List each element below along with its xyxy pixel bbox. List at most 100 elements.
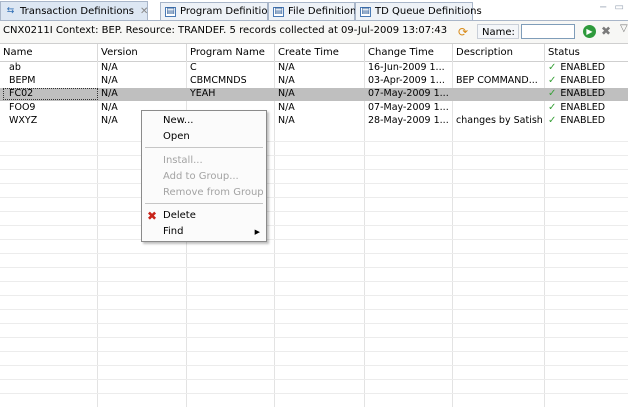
column-header-create-time[interactable]: Create Time — [275, 44, 365, 61]
column-header-name[interactable]: Name — [0, 44, 98, 61]
cell-status: ✓ ENABLED — [545, 102, 628, 114]
menu-item-add-to-group: Add to Group... — [163, 171, 239, 182]
empty-row-line — [0, 211, 628, 212]
file-icon: ▤ — [273, 6, 284, 17]
check-icon: ✓ — [548, 115, 557, 126]
cell-change-time: 16-Jun-2009 1... — [368, 62, 445, 73]
cell-status: ✓ ENABLED — [545, 75, 628, 87]
empty-row-line — [0, 365, 628, 366]
menu-item-install: Install... — [163, 155, 203, 166]
tab-label: TD Queue Definitions — [375, 6, 482, 17]
context-menu: New... Open Install... Add to Group... R… — [141, 110, 267, 242]
tab-td-queue-definitions[interactable]: ▤ TD Queue Definitions — [355, 2, 482, 20]
name-filter-input[interactable] — [521, 24, 575, 39]
empty-row-line — [0, 197, 628, 198]
transaction-table: Name Version Program Name Create Time Ch… — [0, 44, 628, 407]
tab-label: Program Definitions — [180, 6, 280, 17]
cell-description — [453, 88, 545, 100]
menu-separator — [145, 147, 263, 148]
editor-tab-bar: ⇆ Transaction Definitions ✕ ▤ Program De… — [0, 0, 628, 21]
empty-row-line — [0, 281, 628, 282]
menu-item-open[interactable]: Open — [142, 129, 266, 145]
status-text: ENABLED — [560, 88, 606, 99]
delete-icon: ✖ — [147, 209, 158, 223]
cell-change-time: 03-Apr-2009 1... — [368, 75, 445, 86]
cell-name: BEPM — [9, 75, 36, 86]
empty-row-line — [0, 239, 628, 240]
cell-status: ✓ ENABLED — [545, 88, 628, 100]
close-icon[interactable]: ✕ — [140, 6, 148, 17]
check-icon: ✓ — [548, 88, 557, 99]
context-bar: CNX0211I Context: BEP. Resource: TRANDEF… — [0, 21, 628, 44]
status-text: ENABLED — [560, 115, 606, 126]
cell-create-time: N/A — [278, 102, 295, 113]
empty-row-line — [0, 253, 628, 254]
view-menu-icon[interactable]: ▽ — [620, 23, 628, 34]
column-header-version[interactable]: Version — [98, 44, 187, 61]
empty-row-line — [0, 379, 628, 380]
name-filter-label: Name: — [477, 24, 519, 39]
empty-row-line — [0, 141, 628, 142]
cell-create-time: N/A — [278, 62, 295, 73]
table-row[interactable]: ab N/A C N/A 16-Jun-2009 1... ✓ ENABLED — [0, 62, 628, 74]
cell-change-time: 07-May-2009 1... — [368, 102, 449, 113]
cell-name: FC02 — [3, 88, 98, 100]
table-row[interactable]: BEPM N/A CBMCMNDS N/A 03-Apr-2009 1... B… — [0, 75, 628, 87]
status-text: ENABLED — [560, 62, 606, 73]
tab-file-definitions[interactable]: ▤ File Definitions — [268, 2, 362, 20]
table-row[interactable]: FC02 N/A YEAH N/A 07-May-2009 1... ✓ ENAB… — [0, 88, 628, 101]
cell-description — [453, 102, 545, 114]
empty-row-line — [0, 183, 628, 184]
menu-item-delete[interactable]: ✖ Delete — [142, 208, 266, 224]
cell-name: WXYZ — [9, 115, 38, 126]
empty-row-line — [0, 225, 628, 226]
status-text: ENABLED — [560, 102, 606, 113]
cell-version: N/A — [101, 88, 118, 99]
empty-row-line — [0, 169, 628, 170]
cell-name: FOO9 — [9, 102, 36, 113]
check-icon: ✓ — [548, 75, 557, 86]
cell-program-name: YEAH — [190, 88, 216, 99]
cell-status: ✓ ENABLED — [545, 62, 628, 74]
menu-item-find[interactable]: Find ▶ — [142, 224, 266, 240]
menu-item-remove-from-group: Remove from Group — [163, 187, 264, 198]
cell-version: N/A — [101, 75, 118, 86]
empty-row-line — [0, 323, 628, 324]
table-row[interactable]: FOO9 N/A N/A 07-May-2009 1... ✓ ENABLED — [0, 102, 628, 114]
submenu-arrow-icon: ▶ — [254, 228, 260, 236]
cell-description — [453, 62, 545, 74]
tab-program-definitions[interactable]: ▤ Program Definitions — [160, 2, 279, 20]
cell-status: ✓ ENABLED — [545, 115, 628, 127]
tab-transaction-definitions[interactable]: ⇆ Transaction Definitions ✕ — [0, 1, 148, 20]
check-icon: ✓ — [548, 102, 557, 113]
clear-filter-icon[interactable]: ✖ — [601, 24, 611, 38]
cell-name: ab — [9, 62, 21, 73]
filter-icon[interactable]: ⟳ — [458, 25, 468, 39]
tab-label: File Definitions — [288, 6, 362, 17]
status-text: ENABLED — [560, 75, 606, 86]
menu-item-find-label: Find — [163, 226, 184, 237]
empty-row-line — [0, 309, 628, 310]
minimize-icon[interactable]: − ▭ — [599, 2, 626, 13]
cell-create-time: N/A — [278, 115, 295, 126]
empty-row-line — [0, 267, 628, 268]
empty-row-line — [0, 351, 628, 352]
empty-row-line — [0, 337, 628, 338]
column-header-description[interactable]: Description — [453, 44, 545, 61]
cell-create-time: N/A — [278, 88, 295, 99]
tab-label: Transaction Definitions — [20, 5, 135, 17]
cell-change-time: 07-May-2009 1... — [368, 88, 449, 99]
column-header-change-time[interactable]: Change Time — [365, 44, 453, 61]
column-header-status[interactable]: Status — [545, 44, 628, 61]
cell-description: BEP COMMAND... — [456, 75, 538, 86]
cell-change-time: 28-May-2009 1... — [368, 115, 449, 126]
column-header-program-name[interactable]: Program Name — [187, 44, 275, 61]
cell-program-name: C — [190, 62, 197, 73]
apply-filter-icon[interactable]: ▶ — [583, 25, 596, 38]
table-row[interactable]: WXYZ N/A N/A 28-May-2009 1... changes by… — [0, 115, 628, 127]
menu-item-new[interactable]: New... — [142, 113, 266, 129]
context-status-text: CNX0211I Context: BEP. Resource: TRANDEF… — [3, 25, 448, 36]
cell-version: N/A — [101, 62, 118, 73]
table-header: Name Version Program Name Create Time Ch… — [0, 44, 628, 62]
menu-item-delete-label: Delete — [163, 210, 196, 221]
